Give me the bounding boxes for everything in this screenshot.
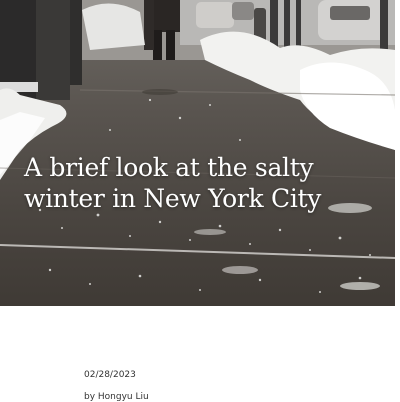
- article-byline: by Hongyu Liu: [84, 392, 149, 402]
- article-title: A brief look at the salty winter in New …: [24, 153, 322, 213]
- article-date: 02/28/2023: [84, 370, 136, 380]
- hero-image: A brief look at the salty winter in New …: [0, 0, 395, 306]
